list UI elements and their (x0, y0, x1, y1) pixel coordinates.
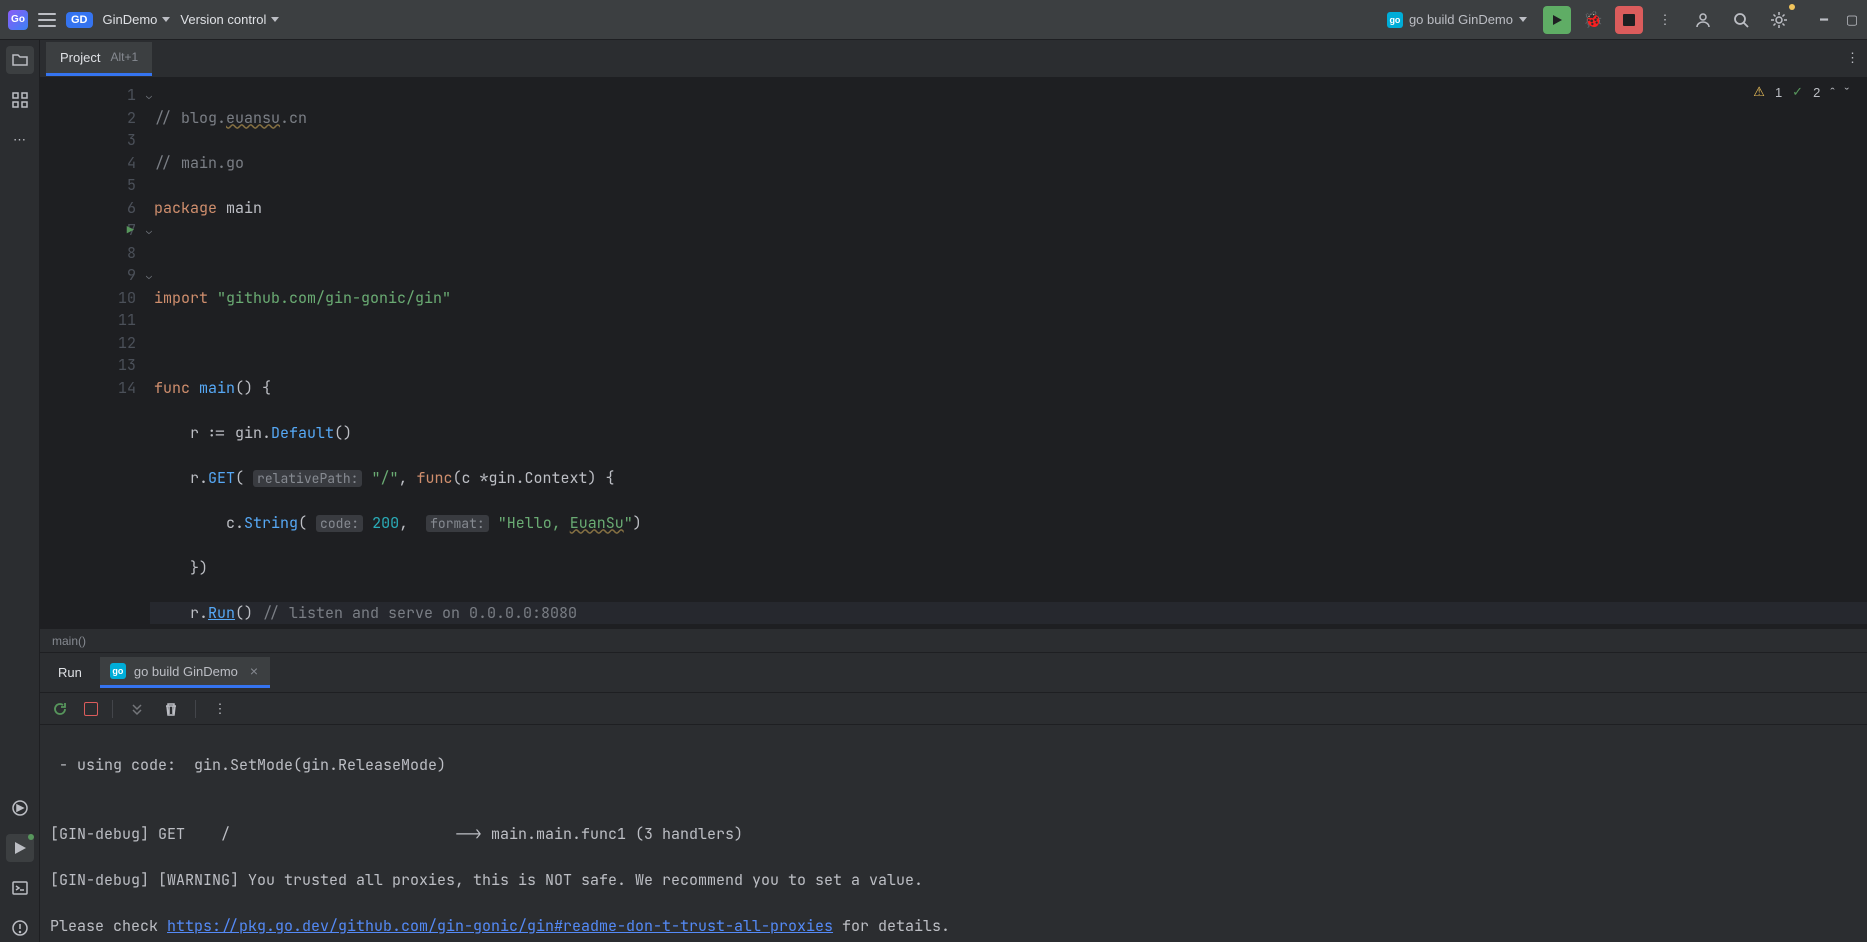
passed-count: 2 (1813, 85, 1820, 100)
warning-count: 1 (1775, 85, 1782, 100)
chevron-down-icon (162, 17, 170, 22)
line-number: 10 (118, 288, 136, 308)
line-number: 13 (118, 355, 136, 375)
editor[interactable]: ⚠1 ✓2 ˆ ˇ 1⌄ 2 3 4 5 6 7▶⌄ 8 9⌄ 10 11 12… (40, 78, 1867, 628)
console-line: [GIN-debug] GET / --> main.main.func1 (3… (50, 823, 1857, 846)
prev-highlight-button[interactable]: ˆ (1830, 85, 1834, 100)
tab-label: Project (60, 50, 100, 65)
check-icon: ✓ (1792, 84, 1803, 100)
line-number: 8 (127, 243, 136, 263)
project-badge: GD (66, 12, 93, 28)
console-output[interactable]: - using code: gin.SetMode(gin.ReleaseMod… (40, 725, 1867, 942)
close-tab-button[interactable]: × (250, 663, 258, 679)
search-everywhere-button[interactable] (1727, 6, 1755, 34)
chevron-down-icon (271, 17, 279, 22)
stop-process-button[interactable] (84, 702, 98, 716)
tab-options-button[interactable]: ⋮ (1846, 50, 1859, 66)
fold-icon[interactable]: ⌄ (146, 224, 152, 237)
next-highlight-button[interactable]: ˇ (1845, 85, 1849, 100)
rerun-button[interactable] (50, 699, 70, 719)
go-icon: go (110, 663, 126, 679)
ide-logo-icon: Go (8, 10, 28, 30)
run-config-label: go build GinDemo (1409, 12, 1513, 27)
fold-icon[interactable]: ⌄ (146, 89, 152, 102)
console-line: - using code: gin.SetMode(gin.ReleaseMod… (50, 754, 1857, 777)
code-area[interactable]: // blog.euansu.cn // main.go package mai… (150, 78, 1867, 628)
project-dropdown[interactable]: GinDemo (103, 12, 171, 27)
more-actions-button[interactable]: ⋮ (1651, 6, 1679, 34)
code-with-me-button[interactable] (1689, 6, 1717, 34)
project-tool-button[interactable] (6, 46, 34, 74)
run-tool-button[interactable] (6, 834, 34, 862)
titlebar: Go GD GinDemo Version control go go buil… (0, 0, 1867, 40)
terminal-tool-button[interactable] (6, 874, 34, 902)
run-config-tab[interactable]: go go build GinDemo × (100, 657, 270, 688)
line-number: 2 (127, 108, 136, 128)
vcs-label: Version control (180, 12, 266, 27)
line-number: 1 (127, 85, 136, 105)
scroll-to-end-button[interactable] (127, 699, 147, 719)
editor-gutter: 1⌄ 2 3 4 5 6 7▶⌄ 8 9⌄ 10 11 12 13 14 (40, 78, 150, 628)
run-config-tab-label: go build GinDemo (134, 664, 238, 679)
fold-icon[interactable]: ⌄ (146, 269, 152, 282)
minimize-button[interactable]: ━ (1817, 13, 1831, 27)
run-active-dot (28, 834, 34, 840)
chevron-down-icon (1519, 17, 1527, 22)
go-icon: go (1387, 12, 1403, 28)
line-number: 14 (118, 378, 136, 398)
breadcrumb[interactable]: main() (40, 628, 1867, 652)
breadcrumb-item: main() (52, 634, 86, 648)
line-number: 12 (118, 333, 136, 353)
run-tab[interactable]: Run (40, 653, 100, 692)
line-number: 3 (127, 130, 136, 150)
line-number: 11 (118, 310, 136, 330)
run-configuration-selector[interactable]: go go build GinDemo (1379, 8, 1535, 32)
problems-tool-button[interactable] (6, 914, 34, 942)
editor-tab-bar: Project Alt+1 ⋮ (40, 40, 1867, 78)
left-tool-rail: ⋯ (0, 40, 40, 942)
stop-button[interactable] (1615, 6, 1643, 34)
structure-tool-button[interactable] (6, 86, 34, 114)
debug-button[interactable]: 🐞 (1579, 6, 1607, 34)
warning-icon: ⚠ (1753, 84, 1765, 100)
settings-button[interactable] (1765, 6, 1793, 34)
run-gutter-icon[interactable]: ▶ (127, 222, 134, 238)
run-toolbar: ⋮ (40, 693, 1867, 725)
run-tab-label: Run (58, 665, 82, 680)
line-number: 4 (127, 153, 136, 173)
toolbar-more-button[interactable]: ⋮ (210, 699, 230, 719)
run-tool-window: Run go go build GinDemo × (40, 652, 1867, 942)
line-number: 6 (127, 198, 136, 218)
console-line: [GIN-debug] [WARNING] You trusted all pr… (50, 869, 1857, 892)
run-button[interactable] (1543, 6, 1571, 34)
settings-notification-dot (1789, 4, 1795, 10)
line-number: 9 (127, 265, 136, 285)
tab-project[interactable]: Project Alt+1 (46, 42, 152, 76)
vcs-dropdown[interactable]: Version control (180, 12, 279, 27)
console-link[interactable]: https://pkg.go.dev/github.com/gin-gonic/… (167, 916, 833, 936)
inspections-widget[interactable]: ⚠ 1 ✓ 2 ˆ ˇ (1753, 84, 1849, 100)
tab-shortcut: Alt+1 (110, 50, 138, 64)
more-tools-button[interactable]: ⋯ (6, 126, 34, 154)
console-line: Please check https://pkg.go.dev/github.c… (50, 915, 1857, 938)
clear-all-button[interactable] (161, 699, 181, 719)
services-tool-button[interactable] (6, 794, 34, 822)
line-number: 5 (127, 175, 136, 195)
maximize-button[interactable]: ▢ (1845, 13, 1859, 27)
project-name: GinDemo (103, 12, 158, 27)
main-menu-button[interactable] (38, 13, 56, 27)
